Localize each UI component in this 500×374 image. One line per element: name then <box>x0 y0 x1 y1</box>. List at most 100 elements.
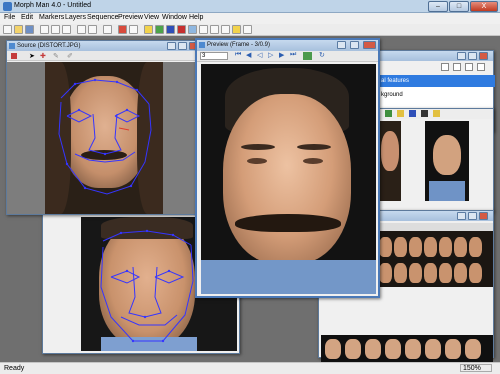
pin-tool-icon[interactable]: ✚ <box>40 52 46 60</box>
layer-item-background[interactable]: kground <box>377 89 495 101</box>
source-view-icon[interactable] <box>155 25 164 34</box>
layer-delete-icon[interactable] <box>465 63 473 71</box>
sequence-close-button[interactable] <box>479 212 488 220</box>
pen-tool-icon[interactable]: ✎ <box>53 52 59 60</box>
zoom-icon[interactable] <box>103 25 112 34</box>
preview-close-button[interactable] <box>363 41 376 49</box>
layer-item-features[interactable]: al features <box>377 75 495 87</box>
copy-icon[interactable] <box>51 25 60 34</box>
preview-window-icon <box>199 42 205 48</box>
menu-layers[interactable]: Layers <box>65 14 86 21</box>
status-bar: Ready 150% <box>0 362 500 374</box>
menu-edit[interactable]: Edit <box>21 14 33 21</box>
target-view-icon[interactable] <box>166 25 175 34</box>
preview-canvas[interactable] <box>201 64 376 294</box>
menu-sequence[interactable]: Sequence <box>87 14 119 21</box>
panel-icon-5[interactable] <box>433 110 440 117</box>
render-icon[interactable] <box>232 25 241 34</box>
save-icon[interactable] <box>25 25 34 34</box>
panel-icon-2[interactable] <box>397 110 404 117</box>
frame-number-field[interactable]: 3 <box>200 52 228 60</box>
brush-tool-icon[interactable]: ✐ <box>67 52 73 60</box>
source-marker-overlay[interactable] <box>45 62 163 214</box>
sequence-maximize-button[interactable] <box>468 212 477 220</box>
source-title-bar[interactable]: Source (DISTORT.JPG) <box>7 41 200 51</box>
cut-icon[interactable] <box>40 25 49 34</box>
cascade-icon[interactable] <box>210 25 219 34</box>
help-icon[interactable] <box>243 25 252 34</box>
menu-bar: File Edit Markers Layers Sequence Previe… <box>0 13 500 24</box>
target-thumb-face <box>433 135 461 175</box>
layer-new-icon[interactable] <box>441 63 449 71</box>
layers-toolbar <box>377 63 491 73</box>
undo-icon[interactable] <box>77 25 86 34</box>
preview-face-image <box>223 94 351 264</box>
layer-duplicate-icon[interactable] <box>453 63 461 71</box>
source-maximize-button[interactable] <box>178 42 187 50</box>
minimize-button[interactable]: – <box>428 1 448 12</box>
source-window: Source (DISTORT.JPG) ➤ ✚ ✎ ✐ <box>6 40 201 215</box>
layer-tool-icon[interactable] <box>144 25 153 34</box>
source-minimize-button[interactable] <box>167 42 176 50</box>
sequence-output-strip[interactable] <box>321 335 493 365</box>
preview-right-eyebrow <box>297 144 331 150</box>
redo-icon[interactable] <box>88 25 97 34</box>
paste-icon[interactable] <box>62 25 71 34</box>
preview-window: Preview (Frame - 3/0.9) 3 ⏮ ◀ ◁ ▷ ▶ ⏭ ↻ <box>195 38 380 298</box>
first-frame-icon[interactable]: ⏮ <box>235 51 241 59</box>
maximize-button[interactable]: □ <box>449 1 469 12</box>
layer-props-icon[interactable] <box>477 63 485 71</box>
panel-icon-1[interactable] <box>385 110 392 117</box>
marker-tool-icon[interactable] <box>118 25 127 34</box>
layers-close-button[interactable] <box>479 52 488 60</box>
target-thumbnail[interactable] <box>425 121 469 201</box>
seq-src-frame <box>424 263 437 283</box>
marker-tool-icon[interactable] <box>11 53 17 59</box>
refresh-icon[interactable]: ↻ <box>319 51 325 59</box>
menu-view[interactable]: View <box>144 14 159 21</box>
menu-preview[interactable]: Preview <box>118 14 143 21</box>
seq-out-frame <box>385 339 401 359</box>
panel-icon-3[interactable] <box>409 110 416 117</box>
seq-src-frame <box>379 263 392 283</box>
seq-out-frame <box>425 339 441 359</box>
next-frame-icon[interactable]: ▶ <box>279 51 284 59</box>
menu-file[interactable]: File <box>4 14 15 21</box>
menu-markers[interactable]: Markers <box>39 14 64 21</box>
seq-src-frame <box>454 237 467 257</box>
render-frame-icon[interactable] <box>303 52 312 60</box>
sequence-ruler <box>377 223 493 231</box>
preview-view-icon[interactable] <box>177 25 186 34</box>
seq-src-frame <box>439 263 452 283</box>
play-icon[interactable]: ▷ <box>268 51 273 59</box>
last-frame-icon[interactable]: ⏭ <box>290 51 296 59</box>
select-tool-icon[interactable] <box>129 25 138 34</box>
preview-shirt <box>201 260 376 294</box>
source-tool-strip: ➤ ✚ ✎ ✐ <box>7 51 200 61</box>
preview-maximize-button[interactable] <box>350 41 359 49</box>
layers-maximize-button[interactable] <box>468 52 477 60</box>
prev-frame-icon[interactable]: ◀ <box>246 51 251 59</box>
source-canvas[interactable] <box>7 62 200 214</box>
rewind-icon[interactable]: ◁ <box>257 51 262 59</box>
app-logo-icon <box>3 2 12 11</box>
close-button[interactable]: X <box>470 1 498 12</box>
preview-left-eyebrow <box>241 144 275 150</box>
sequence-source-strip[interactable] <box>377 231 493 287</box>
tile-icon[interactable] <box>199 25 208 34</box>
panel-icon-4[interactable] <box>421 110 428 117</box>
seq-src-frame <box>469 263 482 283</box>
grid-icon[interactable] <box>221 25 230 34</box>
menu-window[interactable]: Window <box>162 14 187 21</box>
new-icon[interactable] <box>3 25 12 34</box>
preview-minimize-button[interactable] <box>337 41 346 49</box>
pointer-tool-icon[interactable]: ➤ <box>29 52 35 60</box>
sequence-minimize-button[interactable] <box>457 212 466 220</box>
seq-src-frame <box>409 237 422 257</box>
sequence-view-icon[interactable] <box>188 25 197 34</box>
preview-title-bar[interactable]: Preview (Frame - 3/0.9) <box>197 40 378 51</box>
menu-help[interactable]: Help <box>189 14 203 21</box>
source-thumbnail[interactable] <box>379 121 401 201</box>
open-icon[interactable] <box>14 25 23 34</box>
layers-minimize-button[interactable] <box>457 52 466 60</box>
